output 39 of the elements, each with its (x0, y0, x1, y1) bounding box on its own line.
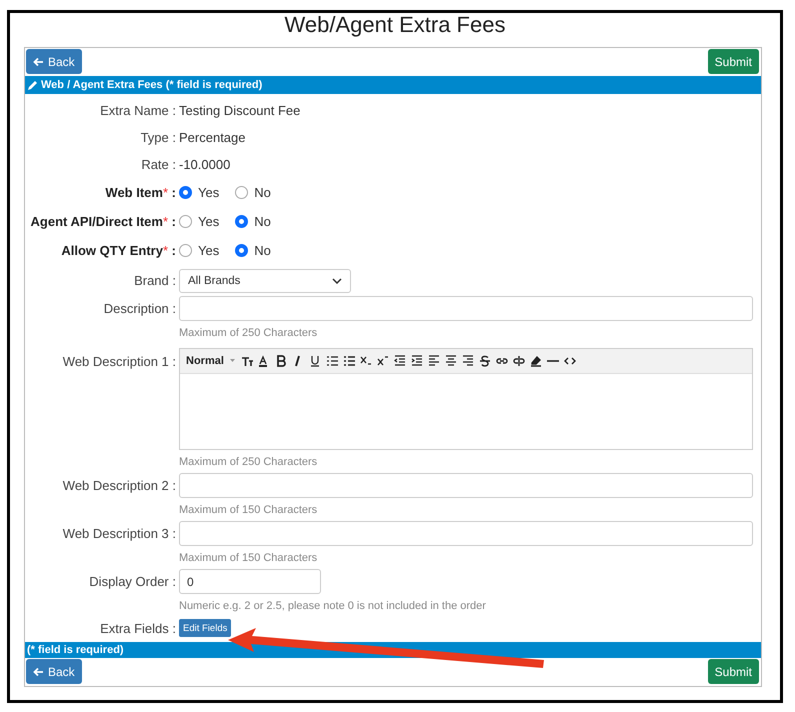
section-title: Web / Agent Extra Fees (* field is required) (41, 79, 262, 91)
hint-text: Maximum of 150 Characters (179, 550, 318, 566)
field-label: Web Item* : (104, 185, 176, 200)
field-value: Percentage (179, 130, 246, 145)
radio-label[interactable]: No (254, 214, 271, 229)
field-label: Rate : (140, 157, 176, 172)
edit-fields-button[interactable]: Edit Fields (179, 619, 232, 637)
field-label: Description : (102, 301, 176, 316)
field-label: Extra Name : (99, 103, 176, 118)
hint-text: Maximum of 250 Characters (179, 454, 318, 470)
format-dropdown[interactable]: Normal (186, 355, 224, 367)
field-label: Display Order : (88, 574, 176, 589)
field-label: Extra Fields : (99, 620, 176, 636)
field-label: Agent API/Direct Item* : (30, 214, 176, 229)
radio-label[interactable]: Yes (198, 214, 220, 229)
brand-select[interactable]: All Brands (179, 268, 351, 292)
radio-label[interactable]: No (254, 243, 271, 258)
field-label: Web Description 1 : (62, 353, 176, 369)
text-field[interactable]: 0 (179, 569, 321, 594)
field-label: Brand : (133, 273, 176, 288)
field-label: Allow QTY Entry* : (60, 243, 176, 258)
back-button[interactable]: Back (26, 659, 82, 684)
field-label: Web Description 3 : (62, 526, 176, 541)
page-title: Web/Agent Extra Fees (284, 13, 506, 37)
footer-note: (* field is required) (27, 644, 124, 656)
field-label: Type : (140, 130, 176, 145)
hint-text: Maximum of 150 Characters (179, 502, 318, 518)
field-value: -10.0000 (179, 157, 230, 172)
rich-text-editor[interactable]: Normal (179, 348, 753, 450)
field-label: Web Description 2 : (62, 478, 176, 493)
submit-button[interactable]: Submit (708, 49, 759, 74)
hint-text: Maximum of 250 Characters (179, 326, 318, 340)
back-button[interactable]: Back (26, 49, 82, 74)
hint-text: Numeric e.g. 2 or 2.5, please note 0 is not included in the order (179, 598, 487, 614)
radio-label[interactable]: Yes (198, 185, 220, 200)
submit-button[interactable]: Submit (708, 659, 759, 684)
radio-label[interactable]: Yes (198, 243, 220, 258)
radio-label[interactable]: No (254, 185, 271, 200)
field-value: Testing Discount Fee (179, 103, 300, 118)
